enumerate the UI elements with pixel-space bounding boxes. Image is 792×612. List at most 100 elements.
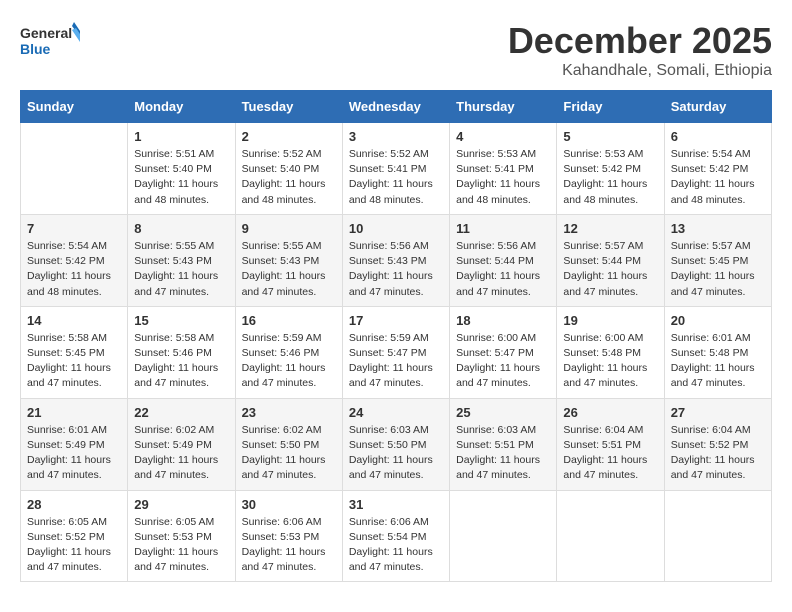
calendar-cell: 21 Sunrise: 6:01 AMSunset: 5:49 PMDayligh… bbox=[21, 398, 128, 490]
day-number: 15 bbox=[134, 313, 228, 328]
header-wednesday: Wednesday bbox=[342, 91, 449, 123]
calendar-cell: 8 Sunrise: 5:55 AMSunset: 5:43 PMDaylight… bbox=[128, 214, 235, 306]
calendar-cell: 29 Sunrise: 6:05 AMSunset: 5:53 PMDayligh… bbox=[128, 490, 235, 582]
calendar-week-5: 28 Sunrise: 6:05 AMSunset: 5:52 PMDayligh… bbox=[21, 490, 772, 582]
day-info: Sunrise: 6:00 AMSunset: 5:48 PMDaylight:… bbox=[563, 331, 657, 392]
day-number: 29 bbox=[134, 497, 228, 512]
day-info: Sunrise: 6:04 AMSunset: 5:52 PMDaylight:… bbox=[671, 423, 765, 484]
day-info: Sunrise: 6:04 AMSunset: 5:51 PMDaylight:… bbox=[563, 423, 657, 484]
header-saturday: Saturday bbox=[664, 91, 771, 123]
day-info: Sunrise: 5:52 AMSunset: 5:41 PMDaylight:… bbox=[349, 147, 443, 208]
day-info: Sunrise: 5:55 AMSunset: 5:43 PMDaylight:… bbox=[134, 239, 228, 300]
day-info: Sunrise: 5:53 AMSunset: 5:41 PMDaylight:… bbox=[456, 147, 550, 208]
day-number: 1 bbox=[134, 129, 228, 144]
day-number: 22 bbox=[134, 405, 228, 420]
day-info: Sunrise: 6:06 AMSunset: 5:53 PMDaylight:… bbox=[242, 515, 336, 576]
calendar-cell: 14 Sunrise: 5:58 AMSunset: 5:45 PMDayligh… bbox=[21, 306, 128, 398]
title-section: December 2025 Kahandhale, Somali, Ethiop… bbox=[508, 20, 772, 80]
calendar-cell: 5 Sunrise: 5:53 AMSunset: 5:42 PMDaylight… bbox=[557, 123, 664, 215]
calendar-week-3: 14 Sunrise: 5:58 AMSunset: 5:45 PMDayligh… bbox=[21, 306, 772, 398]
calendar-cell: 1 Sunrise: 5:51 AMSunset: 5:40 PMDaylight… bbox=[128, 123, 235, 215]
header-thursday: Thursday bbox=[450, 91, 557, 123]
day-info: Sunrise: 6:00 AMSunset: 5:47 PMDaylight:… bbox=[456, 331, 550, 392]
calendar-cell: 12 Sunrise: 5:57 AMSunset: 5:44 PMDayligh… bbox=[557, 214, 664, 306]
calendar-cell: 24Sunrise: 6:03 AMSunset: 5:50 PMDayligh… bbox=[342, 398, 449, 490]
day-number: 19 bbox=[563, 313, 657, 328]
day-number: 12 bbox=[563, 221, 657, 236]
calendar-cell: 18 Sunrise: 6:00 AMSunset: 5:47 PMDayligh… bbox=[450, 306, 557, 398]
calendar-cell: 13 Sunrise: 5:57 AMSunset: 5:45 PMDayligh… bbox=[664, 214, 771, 306]
day-number: 10 bbox=[349, 221, 443, 236]
day-number: 21 bbox=[27, 405, 121, 420]
calendar-cell: 27 Sunrise: 6:04 AMSunset: 5:52 PMDayligh… bbox=[664, 398, 771, 490]
page-header: General Blue December 2025 Kahandhale, S… bbox=[20, 20, 772, 80]
calendar-cell: 30Sunrise: 6:06 AMSunset: 5:53 PMDayligh… bbox=[235, 490, 342, 582]
calendar-cell bbox=[450, 490, 557, 582]
calendar-cell: 9Sunrise: 5:55 AMSunset: 5:43 PMDaylight… bbox=[235, 214, 342, 306]
day-info: Sunrise: 5:56 AMSunset: 5:44 PMDaylight:… bbox=[456, 239, 550, 300]
day-info: Sunrise: 5:57 AMSunset: 5:45 PMDaylight:… bbox=[671, 239, 765, 300]
logo-icon: General Blue bbox=[20, 20, 80, 70]
day-number: 2 bbox=[242, 129, 336, 144]
day-number: 5 bbox=[563, 129, 657, 144]
calendar-cell: 20 Sunrise: 6:01 AMSunset: 5:48 PMDayligh… bbox=[664, 306, 771, 398]
header-monday: Monday bbox=[128, 91, 235, 123]
calendar-cell: 11 Sunrise: 5:56 AMSunset: 5:44 PMDayligh… bbox=[450, 214, 557, 306]
day-number: 20 bbox=[671, 313, 765, 328]
day-info: Sunrise: 5:59 AMSunset: 5:47 PMDaylight:… bbox=[349, 331, 443, 392]
day-number: 24 bbox=[349, 405, 443, 420]
calendar-cell: 3 Sunrise: 5:52 AMSunset: 5:41 PMDaylight… bbox=[342, 123, 449, 215]
day-number: 27 bbox=[671, 405, 765, 420]
day-number: 11 bbox=[456, 221, 550, 236]
day-info: Sunrise: 5:51 AMSunset: 5:40 PMDaylight:… bbox=[134, 147, 228, 208]
calendar-cell: 25Sunrise: 6:03 AMSunset: 5:51 PMDayligh… bbox=[450, 398, 557, 490]
svg-text:Blue: Blue bbox=[20, 41, 51, 57]
day-number: 3 bbox=[349, 129, 443, 144]
header-tuesday: Tuesday bbox=[235, 91, 342, 123]
day-info: Sunrise: 6:06 AMSunset: 5:54 PMDaylight:… bbox=[349, 515, 443, 576]
day-info: Sunrise: 6:05 AMSunset: 5:52 PMDaylight:… bbox=[27, 515, 121, 576]
calendar-cell bbox=[21, 123, 128, 215]
calendar-cell: 4 Sunrise: 5:53 AMSunset: 5:41 PMDaylight… bbox=[450, 123, 557, 215]
calendar-cell: 28 Sunrise: 6:05 AMSunset: 5:52 PMDayligh… bbox=[21, 490, 128, 582]
day-info: Sunrise: 5:57 AMSunset: 5:44 PMDaylight:… bbox=[563, 239, 657, 300]
calendar-cell: 16Sunrise: 5:59 AMSunset: 5:46 PMDayligh… bbox=[235, 306, 342, 398]
day-number: 25 bbox=[456, 405, 550, 420]
day-number: 4 bbox=[456, 129, 550, 144]
calendar-week-1: 1 Sunrise: 5:51 AMSunset: 5:40 PMDaylight… bbox=[21, 123, 772, 215]
month-title: December 2025 bbox=[508, 20, 772, 62]
day-number: 18 bbox=[456, 313, 550, 328]
day-info: Sunrise: 6:01 AMSunset: 5:48 PMDaylight:… bbox=[671, 331, 765, 392]
calendar-cell: 31 Sunrise: 6:06 AMSunset: 5:54 PMDayligh… bbox=[342, 490, 449, 582]
calendar-cell: 15Sunrise: 5:58 AMSunset: 5:46 PMDayligh… bbox=[128, 306, 235, 398]
day-number: 26 bbox=[563, 405, 657, 420]
day-number: 17 bbox=[349, 313, 443, 328]
calendar-week-2: 7Sunrise: 5:54 AMSunset: 5:42 PMDaylight… bbox=[21, 214, 772, 306]
day-info: Sunrise: 5:53 AMSunset: 5:42 PMDaylight:… bbox=[563, 147, 657, 208]
day-number: 23 bbox=[242, 405, 336, 420]
day-info: Sunrise: 5:58 AMSunset: 5:45 PMDaylight:… bbox=[27, 331, 121, 392]
calendar-cell: 2 Sunrise: 5:52 AMSunset: 5:40 PMDaylight… bbox=[235, 123, 342, 215]
calendar-cell bbox=[664, 490, 771, 582]
calendar-week-4: 21 Sunrise: 6:01 AMSunset: 5:49 PMDayligh… bbox=[21, 398, 772, 490]
calendar-cell: 17 Sunrise: 5:59 AMSunset: 5:47 PMDayligh… bbox=[342, 306, 449, 398]
calendar-table: SundayMondayTuesdayWednesdayThursdayFrid… bbox=[20, 90, 772, 582]
day-info: Sunrise: 6:01 AMSunset: 5:49 PMDaylight:… bbox=[27, 423, 121, 484]
day-number: 8 bbox=[134, 221, 228, 236]
location-subtitle: Kahandhale, Somali, Ethiopia bbox=[508, 62, 772, 80]
calendar-cell bbox=[557, 490, 664, 582]
day-number: 9 bbox=[242, 221, 336, 236]
calendar-cell: 7Sunrise: 5:54 AMSunset: 5:42 PMDaylight… bbox=[21, 214, 128, 306]
header-friday: Friday bbox=[557, 91, 664, 123]
day-number: 31 bbox=[349, 497, 443, 512]
logo: General Blue bbox=[20, 20, 80, 70]
day-number: 13 bbox=[671, 221, 765, 236]
day-number: 14 bbox=[27, 313, 121, 328]
calendar-cell: 23Sunrise: 6:02 AMSunset: 5:50 PMDayligh… bbox=[235, 398, 342, 490]
day-info: Sunrise: 5:52 AMSunset: 5:40 PMDaylight:… bbox=[242, 147, 336, 208]
day-info: Sunrise: 6:05 AMSunset: 5:53 PMDaylight:… bbox=[134, 515, 228, 576]
calendar-header-row: SundayMondayTuesdayWednesdayThursdayFrid… bbox=[21, 91, 772, 123]
day-info: Sunrise: 5:54 AMSunset: 5:42 PMDaylight:… bbox=[671, 147, 765, 208]
day-number: 28 bbox=[27, 497, 121, 512]
calendar-cell: 10Sunrise: 5:56 AMSunset: 5:43 PMDayligh… bbox=[342, 214, 449, 306]
